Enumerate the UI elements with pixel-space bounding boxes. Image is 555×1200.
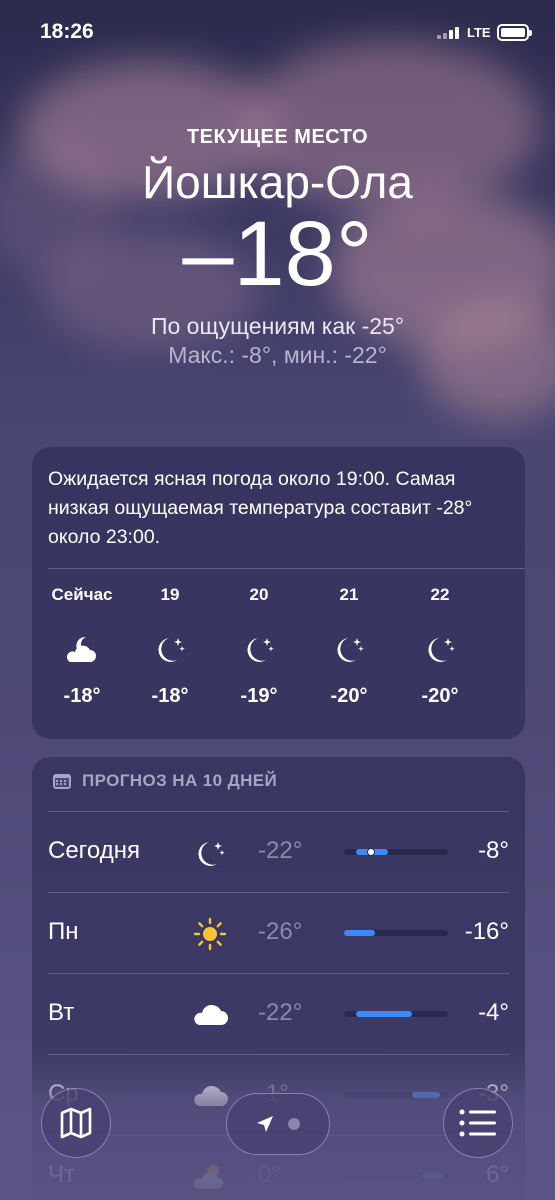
hourly-item: 21 -20° [304, 585, 394, 708]
forecast-row[interactable]: Пн -26° -16° [48, 892, 509, 973]
forecast-low: -26° [258, 918, 303, 945]
calendar-icon [53, 774, 71, 789]
hourly-forecast-card[interactable]: Ожидается ясная погода около 19:00. Сама… [32, 447, 525, 739]
feels-like: По ощущениям как -25° [150, 313, 405, 339]
hourly-item: 19 -18° [125, 585, 215, 708]
location-pages-button[interactable] [226, 1093, 330, 1155]
sun-icon [190, 914, 230, 954]
map-button[interactable] [41, 1088, 111, 1158]
forecast-low: -22° [258, 837, 303, 864]
current-temperature: –18° [182, 203, 373, 305]
hourly-item: 22 -20° [395, 585, 485, 708]
list-icon [459, 1109, 496, 1137]
moon-stars-icon [190, 833, 230, 873]
moon-stars-icon [214, 629, 304, 669]
list-button[interactable] [443, 1088, 513, 1158]
hour-label: 20 [249, 585, 269, 604]
forecast-header: ПРОГНОЗ НА 10 ДНЕЙ [52, 771, 277, 791]
moon-stars-icon [395, 629, 485, 669]
battery-icon [497, 24, 532, 41]
moon-stars-icon [125, 629, 215, 669]
temperature-range-bar [344, 1011, 448, 1017]
hour-label: 19 [160, 585, 180, 604]
forecast-low: -22° [258, 999, 303, 1026]
hourly-item: Сейчас -18° [37, 585, 127, 708]
forecast-title: ПРОГНОЗ НА 10 ДНЕЙ [82, 771, 278, 790]
range-fill [356, 1011, 412, 1017]
forecast-row[interactable]: Вт -22° -4° [48, 973, 509, 1054]
partly-cloudy-night-icon [37, 629, 127, 669]
forecast-high: -16° [464, 918, 509, 945]
forecast-high: -8° [478, 837, 509, 864]
hour-temperature: -18° [63, 685, 101, 707]
forecast-day: Вт [48, 999, 75, 1026]
divider [48, 973, 509, 974]
forecast-row[interactable]: Сегодня -22° -8° [48, 811, 509, 892]
page-dot [288, 1118, 300, 1130]
temperature-range-bar [344, 930, 448, 936]
divider [48, 892, 509, 893]
hourly-item: 20 -19° [214, 585, 304, 708]
status-time: 18:26 [40, 20, 94, 43]
current-weather: ТЕКУЩЕЕ МЕСТО Йошкар-Ола –18° По ощущени… [0, 126, 555, 369]
forecast-high: -4° [478, 999, 509, 1026]
status-bar: 18:26 LTE [0, 0, 555, 66]
hour-label: 21 [339, 585, 359, 604]
map-icon [60, 1107, 92, 1139]
network-label: LTE [467, 25, 491, 40]
temperature-range-bar [344, 848, 448, 856]
divider [48, 811, 509, 812]
hour-label: 22 [430, 585, 450, 604]
cloud-icon [190, 995, 230, 1035]
high-low: Макс.: -8°, мин.: -22° [168, 342, 387, 368]
hour-temperature: -19° [240, 685, 278, 707]
moon-stars-icon [304, 629, 394, 669]
hour-label: Сейчас [51, 585, 113, 604]
forecast-day: Пн [48, 918, 79, 945]
hour-temperature: -18° [151, 685, 189, 707]
location-label: ТЕКУЩЕЕ МЕСТО [186, 126, 369, 148]
hour-temperature: -20° [421, 685, 459, 707]
city-name: Йошкар-Ола [142, 156, 413, 208]
forecast-day: Сегодня [48, 837, 140, 864]
range-fill [344, 930, 376, 936]
hour-temperature: -20° [330, 685, 368, 707]
divider [48, 568, 525, 569]
hourly-description: Ожидается ясная погода около 19:00. Сама… [48, 468, 473, 548]
location-arrow-icon [257, 1116, 273, 1132]
current-temp-dot [367, 848, 376, 856]
signal-icon [437, 27, 459, 39]
